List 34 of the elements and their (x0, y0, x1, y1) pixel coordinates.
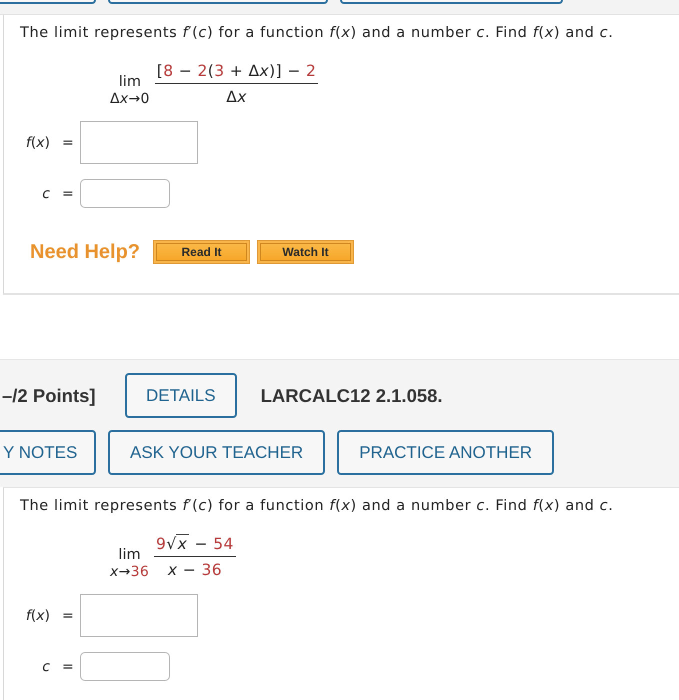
answer-label: c (41, 186, 50, 202)
limit-numerator: 9√x − 54 (155, 534, 235, 554)
answer-label: c (41, 658, 50, 674)
limit-operator: lim (118, 547, 141, 564)
limit-approach: Δx→0 (110, 91, 150, 107)
action-button[interactable]: Y NOTES (0, 430, 96, 475)
limit-numerator: [8 − 2(3 + Δx)] − 2 (156, 60, 318, 80)
limit-approach: x→36 (110, 564, 150, 580)
need-help-heading: Need Help? (30, 240, 140, 264)
limit-denominator: Δx (225, 86, 248, 106)
limit-denominator: x − 36 (166, 560, 223, 580)
question-code: LARCALC12 2.1.058. (260, 384, 443, 406)
cut-off-button[interactable] (340, 0, 563, 4)
help-button[interactable]: Watch It (257, 240, 354, 264)
answer-field[interactable] (80, 121, 198, 164)
answer-label: f(x) (24, 608, 50, 624)
cut-off-button[interactable] (108, 0, 328, 4)
answer-field[interactable] (80, 652, 170, 681)
cut-off-button[interactable] (0, 0, 96, 4)
equals-sign: = (62, 186, 75, 202)
help-button[interactable]: Read It (153, 240, 250, 264)
question-text: The limit represents f′(c) for a function f(x) and a number c. Find f(x) and c. (20, 497, 614, 515)
limit-operator: lim (118, 74, 141, 91)
action-button[interactable]: ASK YOUR TEACHER (108, 430, 326, 475)
details-button[interactable]: DETAILS (125, 373, 237, 418)
points-label: –/2 Points] (1, 384, 97, 406)
answer-field[interactable] (80, 179, 170, 208)
equals-sign: = (62, 608, 75, 624)
question-text: The limit represents f′(c) for a function f(x) and a number c. Find f(x) and c. (20, 24, 614, 42)
equals-sign: = (62, 134, 75, 150)
equals-sign: = (62, 658, 75, 674)
answer-field[interactable] (80, 594, 198, 637)
answer-label: f(x) (24, 134, 50, 150)
action-button[interactable]: PRACTICE ANOTHER (337, 430, 554, 475)
